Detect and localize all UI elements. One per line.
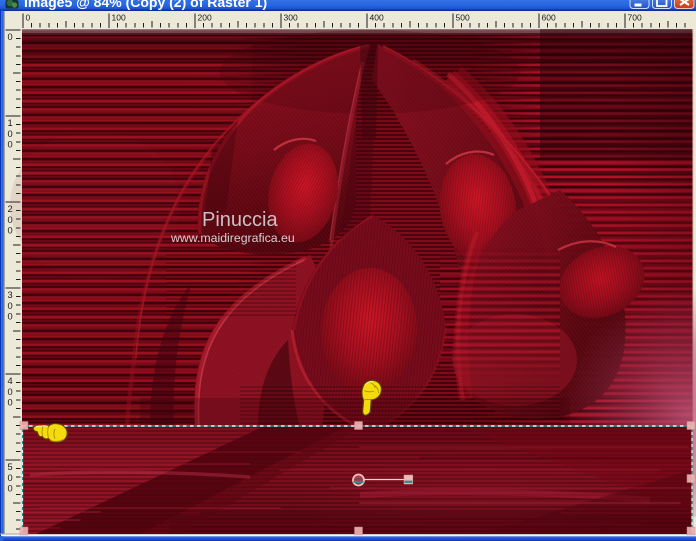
- svg-text:300: 300: [284, 13, 298, 23]
- svg-text:4: 4: [8, 376, 13, 386]
- svg-text:0: 0: [8, 32, 13, 42]
- svg-text:0: 0: [8, 226, 13, 236]
- svg-text:200: 200: [198, 13, 212, 23]
- svg-text:500: 500: [456, 13, 470, 23]
- svg-text:600: 600: [542, 13, 556, 23]
- svg-text:3: 3: [8, 290, 13, 300]
- svg-text:0: 0: [8, 484, 13, 494]
- svg-text:100: 100: [112, 13, 126, 23]
- svg-text:0: 0: [8, 312, 13, 322]
- svg-text:0: 0: [8, 387, 13, 397]
- svg-text:0: 0: [8, 398, 13, 408]
- svg-text:0: 0: [8, 301, 13, 311]
- svg-text:0: 0: [26, 13, 31, 23]
- svg-text:0: 0: [8, 129, 13, 139]
- svg-text:400: 400: [370, 13, 384, 23]
- svg-text:Pinuccia: Pinuccia: [202, 209, 278, 231]
- svg-text:5: 5: [8, 462, 13, 472]
- svg-text:www.maidiregrafica.eu: www.maidiregrafica.eu: [170, 231, 295, 245]
- svg-text:0: 0: [8, 140, 13, 150]
- svg-text:Image5 @ 84% (Copy (2) of Ras: Image5 @ 84% (Copy (2) of Raster 1): [24, 0, 267, 10]
- svg-text:0: 0: [8, 473, 13, 483]
- svg-text:700: 700: [628, 13, 642, 23]
- svg-text:1: 1: [8, 118, 13, 128]
